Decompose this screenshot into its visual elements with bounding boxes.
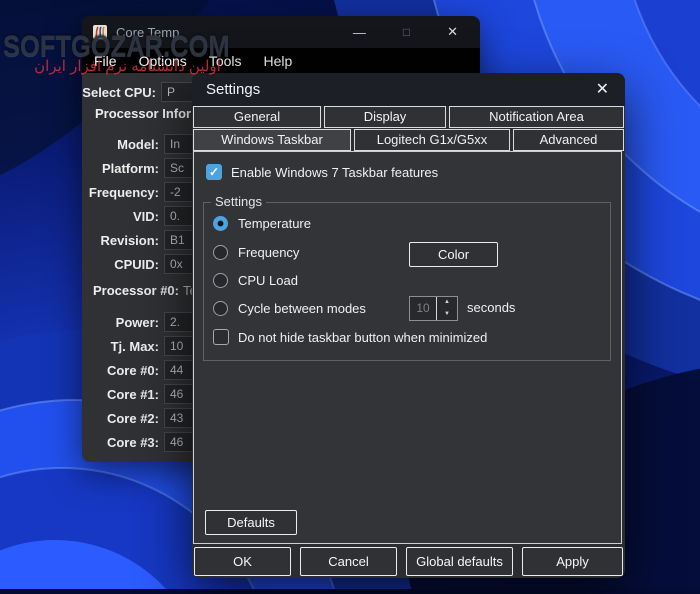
ok-button[interactable]: OK	[194, 547, 291, 576]
enable-taskbar-checkbox-row[interactable]: ✓ Enable Windows 7 Taskbar features	[206, 164, 438, 180]
enable-taskbar-label: Enable Windows 7 Taskbar features	[231, 165, 438, 180]
processor0-header: Processor #0:Te	[93, 283, 197, 298]
core0-label: Core #0:	[82, 363, 159, 378]
defaults-button[interactable]: Defaults	[205, 510, 297, 535]
color-button[interactable]: Color	[409, 242, 498, 267]
cycle-seconds-value: 10	[410, 297, 436, 320]
seconds-label: seconds	[467, 300, 515, 315]
settings-dialog: Settings ✕ General Display Notification …	[192, 73, 625, 578]
menu-tools[interactable]: Tools	[198, 53, 253, 69]
tab-row-1: General Display Notification Area	[192, 106, 625, 128]
radio-unselected-icon[interactable]	[213, 273, 228, 288]
core1-label: Core #1:	[82, 387, 159, 402]
power-label: Power:	[82, 315, 159, 330]
cancel-button[interactable]: Cancel	[300, 547, 397, 576]
app-icon	[92, 24, 108, 40]
tjmax-label: Tj. Max:	[82, 339, 159, 354]
tab-notification-area[interactable]: Notification Area	[449, 106, 624, 128]
tab-logitech[interactable]: Logitech G1x/G5xx	[354, 129, 510, 151]
apply-button[interactable]: Apply	[522, 547, 623, 576]
dialog-title-bar[interactable]: Settings ✕	[192, 73, 625, 106]
radio-cycle-modes[interactable]: Cycle between modes	[213, 301, 366, 316]
tab-advanced[interactable]: Advanced	[513, 129, 624, 151]
windows-taskbar-tab-panel: ✓ Enable Windows 7 Taskbar features Sett…	[193, 151, 622, 544]
checkbox-unchecked-icon[interactable]	[213, 329, 229, 345]
processor-info-header: Processor Inform	[95, 106, 203, 121]
settings-group-label: Settings	[211, 194, 266, 209]
tab-general[interactable]: General	[193, 106, 321, 128]
menu-file[interactable]: File	[83, 53, 128, 69]
cycle-seconds-spinner: 10 ▲ ▼	[409, 296, 458, 321]
menu-options[interactable]: Options	[128, 53, 198, 69]
platform-label: Platform:	[82, 161, 159, 176]
checkbox-checked-icon[interactable]: ✓	[206, 164, 222, 180]
vid-label: VID:	[82, 209, 159, 224]
revision-label: Revision:	[82, 233, 159, 248]
radio-cpu-load[interactable]: CPU Load	[213, 273, 298, 288]
cpuid-label: CPUID:	[82, 257, 159, 272]
dialog-close-icon[interactable]: ✕	[596, 82, 609, 98]
spinner-down-icon[interactable]: ▼	[437, 309, 457, 321]
close-icon[interactable]: ✕	[447, 24, 458, 40]
hide-taskbar-label: Do not hide taskbar button when minimize…	[238, 330, 487, 345]
core3-label: Core #3:	[82, 435, 159, 450]
global-defaults-button[interactable]: Global defaults	[406, 547, 513, 576]
hide-taskbar-checkbox-row[interactable]: Do not hide taskbar button when minimize…	[213, 329, 487, 345]
tab-row-2: Windows Taskbar Logitech G1x/G5xx Advanc…	[192, 129, 625, 151]
tab-display[interactable]: Display	[324, 106, 446, 128]
title-bar[interactable]: Core Temp — □ ✕	[82, 16, 480, 48]
frequency-label: Frequency:	[82, 185, 159, 200]
radio-unselected-icon[interactable]	[213, 245, 228, 260]
radio-selected-icon[interactable]	[213, 216, 228, 231]
dialog-title: Settings	[206, 81, 260, 98]
minimize-icon[interactable]: —	[353, 25, 366, 40]
tab-windows-taskbar[interactable]: Windows Taskbar	[193, 129, 351, 151]
spinner-up-icon[interactable]: ▲	[437, 297, 457, 309]
dialog-footer: OK Cancel Global defaults Apply	[192, 547, 625, 576]
window-title: Core Temp	[116, 25, 179, 40]
select-cpu-label: Select CPU:	[82, 85, 156, 100]
radio-frequency[interactable]: Frequency	[213, 245, 299, 260]
model-label: Model:	[82, 137, 159, 152]
menu-bar: File Options Tools Help	[82, 48, 480, 73]
radio-unselected-icon[interactable]	[213, 301, 228, 316]
core2-label: Core #2:	[82, 411, 159, 426]
menu-help[interactable]: Help	[253, 53, 304, 69]
radio-temperature[interactable]: Temperature	[213, 216, 311, 231]
maximize-icon[interactable]: □	[403, 25, 410, 39]
